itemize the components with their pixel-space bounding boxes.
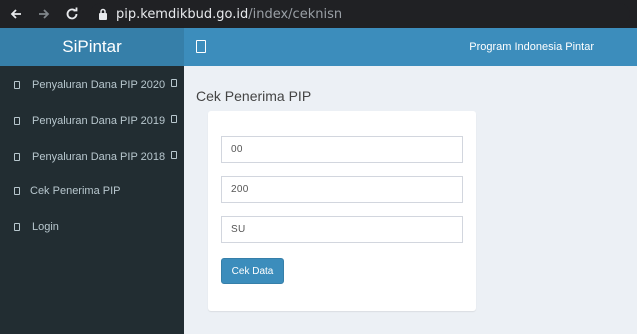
- address-bar[interactable]: pip.kemdikbud.go.id/index/ceknisn: [90, 3, 630, 25]
- back-arrow-icon[interactable]: [4, 2, 28, 26]
- caret-icon: [171, 151, 178, 159]
- top-navbar: Program Indonesia Pintar: [184, 28, 637, 66]
- program-title: Program Indonesia Pintar: [469, 41, 594, 53]
- form-box: 00 200 SU Cek Data: [208, 111, 476, 311]
- nisn-field[interactable]: 00: [221, 136, 463, 163]
- sidebar: Penyaluran Dana PIP 2020 Penyaluran Dana…: [0, 66, 184, 334]
- app: SiPintar Program Indonesia Pintar Penyal…: [0, 28, 637, 334]
- menu-icon: [14, 117, 20, 125]
- sidebar-item-cek-penerima[interactable]: Cek Penerima PIP: [0, 176, 184, 206]
- cek-data-button[interactable]: Cek Data: [221, 258, 284, 284]
- url-host: pip.kemdikbud.go.id: [116, 6, 249, 22]
- url-path: /index/ceknisn: [248, 6, 343, 22]
- sidebar-toggle-icon[interactable]: [196, 40, 206, 53]
- sidebar-item-label: Login: [32, 221, 59, 233]
- sidebar-item-pip-2019[interactable]: Penyaluran Dana PIP 2019: [0, 106, 184, 136]
- browser-toolbar: pip.kemdikbud.go.id/index/ceknisn: [0, 0, 637, 28]
- menu-icon: [14, 153, 20, 161]
- sidebar-item-label: Penyaluran Dana PIP 2020: [32, 79, 166, 91]
- birthdate-field[interactable]: 200: [221, 176, 463, 203]
- sidebar-item-label: Cek Penerima PIP: [30, 185, 121, 197]
- menu-icon: [14, 81, 20, 89]
- reload-icon[interactable]: [60, 2, 84, 26]
- lock-icon: [96, 7, 110, 21]
- forward-arrow-icon[interactable]: [32, 2, 56, 26]
- menu-icon: [14, 223, 20, 231]
- sidebar-item-pip-2018[interactable]: Penyaluran Dana PIP 2018: [0, 142, 184, 172]
- caret-icon: [171, 115, 178, 123]
- sidebar-item-pip-2020[interactable]: Penyaluran Dana PIP 2020: [0, 70, 184, 100]
- brand-logo[interactable]: SiPintar: [0, 28, 184, 66]
- sidebar-item-label: Penyaluran Dana PIP 2019: [32, 115, 166, 127]
- caret-icon: [171, 79, 178, 87]
- sidebar-item-login[interactable]: Login: [0, 212, 184, 242]
- sidebar-item-label: Penyaluran Dana PIP 2018: [32, 151, 166, 163]
- menu-icon: [14, 187, 20, 195]
- name-field[interactable]: SU: [221, 216, 463, 243]
- main-content: Cek Penerima PIP 00 200 SU Cek Data: [184, 66, 637, 334]
- page-title: Cek Penerima PIP: [196, 88, 312, 104]
